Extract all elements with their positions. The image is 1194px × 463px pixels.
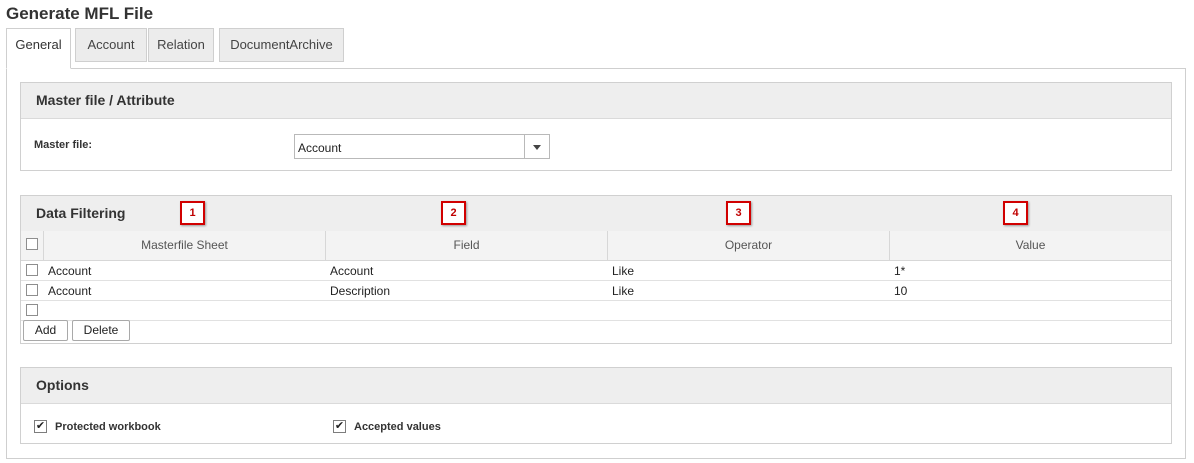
cell-masterfile-sheet[interactable]: Account: [48, 264, 91, 278]
master-file-select[interactable]: Account: [294, 134, 550, 159]
column-header-field[interactable]: Field: [325, 231, 607, 260]
master-file-panel: Master file / Attribute Master file: Acc…: [20, 82, 1172, 171]
annotation-marker-2: 2: [441, 201, 466, 225]
select-all-checkbox[interactable]: [26, 238, 38, 250]
cell-masterfile-sheet[interactable]: Account: [48, 284, 91, 298]
accepted-values-checkbox[interactable]: ✔: [333, 420, 346, 433]
options-header: Options: [21, 368, 1171, 404]
column-header-value[interactable]: Value: [889, 231, 1171, 260]
protected-workbook-label: Protected workbook: [55, 421, 161, 433]
table-row[interactable]: Account Account Like 1*: [21, 261, 1171, 281]
row-checkbox[interactable]: [26, 304, 38, 316]
dropdown-button[interactable]: [524, 135, 549, 158]
annotation-marker-3: 3: [726, 201, 751, 225]
column-header-masterfile-sheet[interactable]: Masterfile Sheet: [43, 231, 325, 260]
annotation-marker-1: 1: [180, 201, 205, 225]
cell-value[interactable]: 1*: [894, 264, 905, 278]
tab-account[interactable]: Account: [75, 28, 147, 62]
row-checkbox[interactable]: [26, 264, 38, 276]
cell-operator[interactable]: Like: [612, 264, 634, 278]
data-filtering-header: Data Filtering 1 2 3 4: [21, 196, 1171, 232]
data-filtering-panel: Data Filtering 1 2 3 4 Masterfile Sheet …: [20, 195, 1172, 344]
cell-field[interactable]: Description: [330, 284, 390, 298]
data-filtering-title: Data Filtering: [36, 205, 126, 221]
master-file-label: Master file:: [34, 139, 93, 151]
page-title: Generate MFL File: [6, 4, 154, 23]
add-button[interactable]: Add: [23, 320, 68, 341]
tab-documentarchive[interactable]: DocumentArchive: [219, 28, 344, 62]
master-file-selected-value: Account: [298, 141, 342, 155]
annotation-marker-4: 4: [1003, 201, 1028, 225]
grid-header: Masterfile Sheet Field Operator Value: [21, 231, 1171, 261]
protected-workbook-checkbox[interactable]: ✔: [34, 420, 47, 433]
cell-value[interactable]: 10: [894, 284, 907, 298]
tab-general[interactable]: General: [6, 28, 71, 69]
column-header-operator[interactable]: Operator: [607, 231, 889, 260]
master-file-header: Master file / Attribute: [21, 83, 1171, 119]
delete-button[interactable]: Delete: [72, 320, 130, 341]
accepted-values-label: Accepted values: [354, 421, 441, 433]
filter-grid: Masterfile Sheet Field Operator Value Ac…: [21, 231, 1171, 321]
table-row[interactable]: Account Description Like 10: [21, 281, 1171, 301]
options-panel: Options ✔ Protected workbook ✔ Accepted …: [20, 367, 1172, 444]
empty-table-row[interactable]: [21, 301, 1171, 321]
cell-field[interactable]: Account: [330, 264, 373, 278]
chevron-down-icon: [533, 145, 541, 150]
row-checkbox[interactable]: [26, 284, 38, 296]
cell-operator[interactable]: Like: [612, 284, 634, 298]
tab-relation[interactable]: Relation: [148, 28, 214, 62]
